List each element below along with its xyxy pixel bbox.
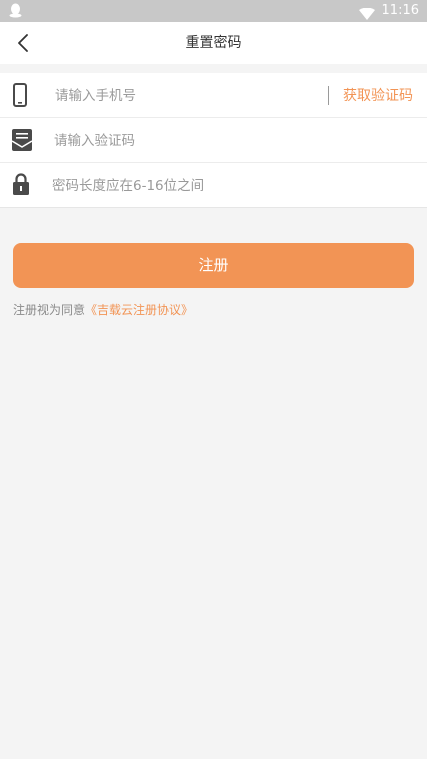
code-row (0, 118, 427, 163)
qq-penguin-icon (9, 3, 22, 22)
phone-row: 获取验证码 (0, 73, 427, 118)
envelope-icon (11, 129, 33, 155)
page-title: 重置密码 (185, 35, 242, 51)
agreement-prefix: 注册视为同意 (13, 303, 86, 317)
status-bar: 11:16 (0, 0, 427, 22)
status-time: 11:16 (381, 3, 419, 18)
agreement-text: 注册视为同意《吉载云注册协议》 (13, 302, 193, 318)
register-button[interactable]: 注册 (13, 243, 414, 288)
get-code-button[interactable]: 获取验证码 (343, 85, 413, 107)
agreement-link[interactable]: 《吉载云注册协议》 (85, 303, 193, 317)
phone-icon (13, 83, 27, 111)
back-button[interactable] (10, 30, 36, 56)
sms-divider (328, 86, 329, 105)
password-row (0, 163, 427, 208)
back-chevron-icon (18, 34, 28, 52)
reset-form: 获取验证码 (0, 73, 427, 208)
lock-icon (13, 173, 29, 199)
password-input[interactable] (52, 173, 392, 199)
phone-input[interactable] (55, 83, 315, 109)
code-input[interactable] (54, 128, 354, 154)
toolbar: 重置密码 (0, 22, 427, 64)
